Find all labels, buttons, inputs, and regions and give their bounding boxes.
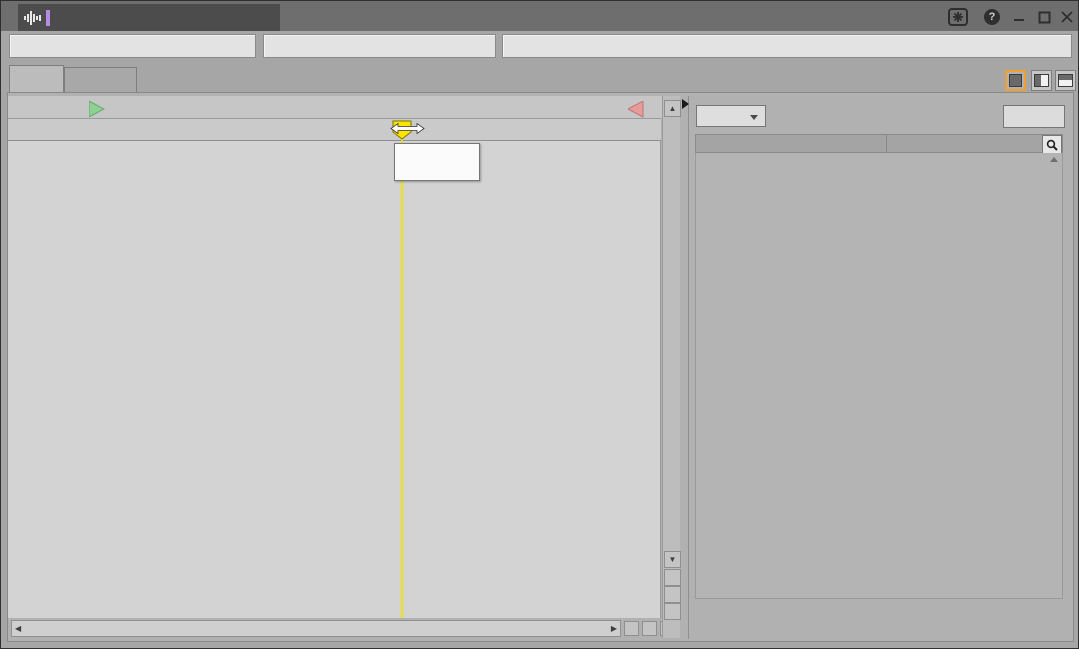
ruler-ticks [8, 119, 661, 129]
object-color-accent [46, 10, 50, 26]
favorite-icon[interactable] [948, 8, 968, 26]
table-scroll-up-icon[interactable] [1050, 157, 1058, 162]
property-table [695, 153, 1063, 599]
play-cursor-line[interactable] [401, 120, 403, 618]
waveform-view[interactable] [8, 141, 661, 618]
waveform-icon [24, 10, 41, 26]
v-zoom-fit-button[interactable] [664, 586, 681, 603]
h-zoom-fit-button[interactable] [642, 621, 657, 636]
tab-source[interactable] [9, 65, 64, 92]
minimize-icon[interactable] [1009, 8, 1029, 26]
vertical-scrollbar[interactable]: ▲ ▼ [662, 96, 680, 638]
split-horizontal-icon [1058, 74, 1073, 87]
layout-split-horizontal-button[interactable] [1055, 70, 1076, 91]
reset-button[interactable] [1003, 105, 1065, 128]
time-ruler[interactable] [8, 118, 661, 141]
layout-single-button[interactable] [1005, 70, 1026, 91]
property-table-header [695, 134, 1063, 153]
marker-bar[interactable] [8, 96, 662, 118]
h-zoom-in-button[interactable] [624, 621, 639, 636]
scroll-left-icon[interactable]: ◀ [15, 625, 21, 633]
search-button[interactable] [1042, 135, 1062, 154]
copyright-field[interactable] [502, 34, 1072, 58]
scroll-right-icon[interactable]: ▶ [611, 625, 617, 633]
layout-split-vertical-button[interactable] [1031, 70, 1052, 91]
play-cursor-tooltip [394, 143, 480, 181]
scroll-down-icon[interactable]: ▼ [664, 551, 681, 568]
maximize-icon[interactable] [1034, 8, 1054, 26]
close-icon[interactable] [1057, 8, 1077, 26]
search-icon [1046, 139, 1058, 151]
chevron-down-icon [750, 115, 758, 120]
resize-horizontal-cursor-icon [390, 122, 425, 135]
help-icon[interactable]: ? [982, 8, 1002, 26]
view-mode-dropdown[interactable] [696, 105, 766, 127]
source-editor-window: ? [0, 0, 1079, 649]
play-start-marker-icon[interactable] [89, 101, 105, 118]
horizontal-scrollbar[interactable]: ◀ ▶ [11, 620, 621, 637]
split-vertical-icon [1034, 74, 1049, 87]
scroll-up-icon[interactable]: ▲ [664, 100, 681, 117]
collapse-panel-icon[interactable] [682, 99, 689, 109]
single-pane-icon [1009, 74, 1022, 87]
waveform-graphics [8, 141, 661, 618]
file-name-field[interactable] [263, 34, 496, 58]
v-zoom-out-button[interactable] [664, 603, 681, 620]
tab-conversion[interactable] [64, 67, 137, 92]
v-zoom-in-button[interactable] [664, 569, 681, 586]
title-bar[interactable]: ? [1, 1, 1078, 31]
title-tab [18, 4, 280, 31]
play-end-marker-icon[interactable] [628, 101, 644, 118]
panel-splitter[interactable] [688, 96, 689, 639]
object-name-field[interactable] [9, 34, 256, 58]
